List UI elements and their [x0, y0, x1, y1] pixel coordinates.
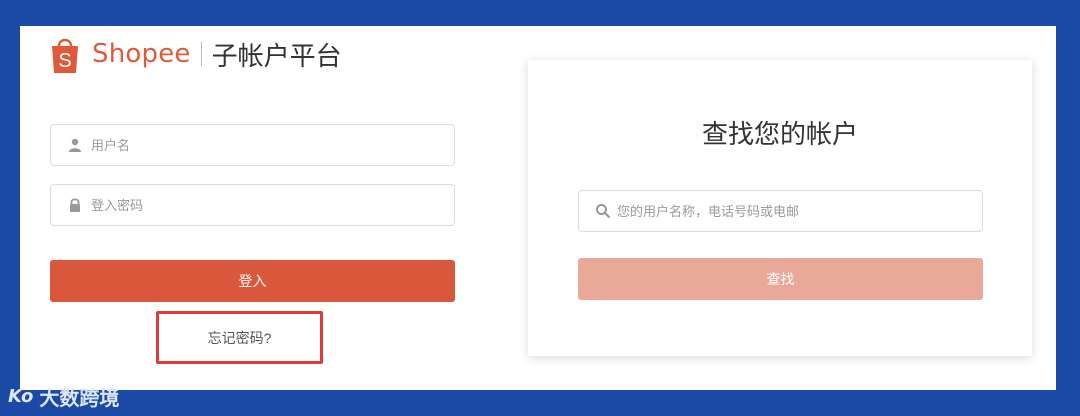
username-input[interactable]	[91, 137, 431, 153]
header-divider	[200, 42, 202, 66]
forgot-password-highlight: 忘记密码?	[156, 311, 323, 364]
find-account-card: 查找您的帐户 查找	[528, 60, 1032, 356]
shopee-bag-logo: S	[50, 33, 80, 75]
svg-text:S: S	[58, 50, 71, 72]
account-search-field[interactable]	[578, 190, 983, 232]
watermark-text: 大数跨境	[39, 385, 120, 410]
platform-title: 子帐户平台	[211, 41, 342, 72]
brand-name: Shopee	[92, 39, 191, 69]
username-field[interactable]	[50, 124, 455, 166]
password-input[interactable]	[91, 197, 431, 213]
user-icon	[67, 137, 83, 153]
watermark: Ko 大数跨境	[8, 382, 119, 410]
find-button[interactable]: 查找	[578, 258, 983, 300]
account-search-input[interactable]	[617, 203, 977, 219]
search-icon	[595, 203, 611, 219]
lock-icon	[67, 197, 83, 213]
forgot-password-link[interactable]: 忘记密码?	[208, 328, 272, 348]
password-field[interactable]	[50, 184, 455, 226]
header-logo: S Shopee 子帐户平台	[50, 30, 342, 78]
watermark-mark: Ko	[8, 385, 34, 407]
login-button[interactable]: 登入	[50, 260, 455, 302]
find-account-title: 查找您的帐户	[701, 120, 858, 150]
main-panel: S Shopee 子帐户平台 登入 忘记密码? 查找您的帐户 查找	[20, 26, 1056, 390]
